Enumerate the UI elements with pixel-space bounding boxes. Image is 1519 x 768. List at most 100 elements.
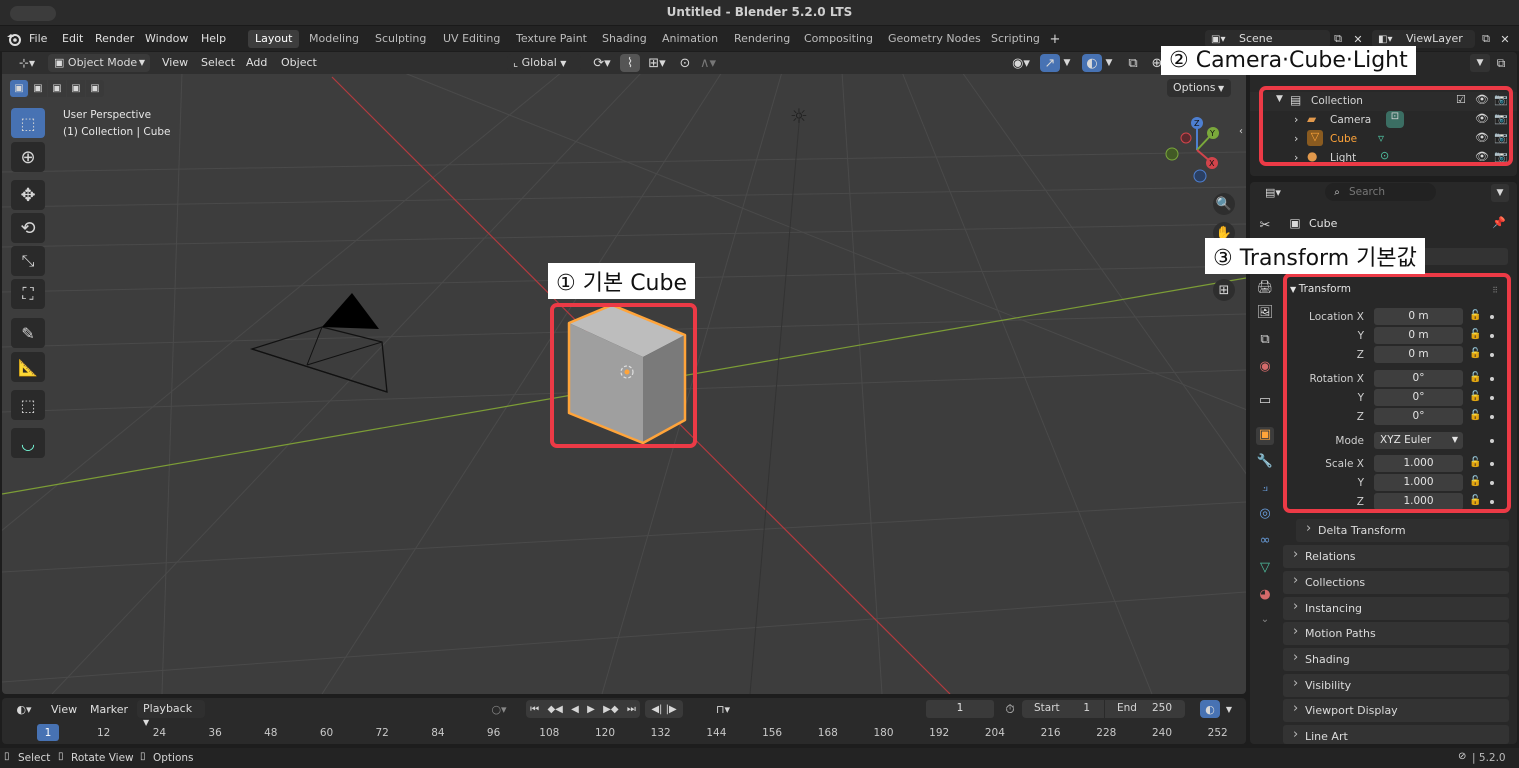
xray-toggle-icon[interactable]: ⧉ — [1124, 54, 1142, 72]
jump-end-icon[interactable]: ⏭ — [627, 704, 636, 715]
close-view-layer-icon[interactable]: ✕ — [1497, 31, 1513, 47]
panel-line-art[interactable]: Line Art — [1283, 725, 1509, 744]
tab-geometry-nodes[interactable]: Geometry Nodes — [881, 30, 988, 48]
tab-texture-paint[interactable]: Texture Paint — [509, 30, 594, 48]
tab-compositing[interactable]: Compositing — [797, 30, 880, 48]
panel-relations[interactable]: Relations — [1283, 545, 1509, 568]
start-frame-field[interactable]: Start 1 — [1022, 700, 1104, 718]
jump-start-icon[interactable]: ⏮ — [530, 704, 539, 715]
end-frame-field[interactable]: End 250 — [1105, 700, 1185, 718]
tool-bezier[interactable]: ◡ — [11, 428, 45, 458]
material-tab-icon[interactable]: ◕ — [1256, 587, 1274, 605]
camera-object[interactable] — [247, 287, 407, 407]
more-tabs-icon[interactable]: ⌄ — [1256, 614, 1274, 632]
menu-file[interactable]: File — [29, 32, 47, 45]
tool-move[interactable]: ✥ — [11, 180, 45, 210]
tool-add-cube[interactable]: ⬚ — [11, 390, 45, 420]
sync-icon[interactable]: ⊓▾ — [705, 700, 741, 718]
navigation-gizmo[interactable]: Z Y X — [1160, 114, 1240, 194]
prev-keyframe-icon[interactable]: ◆◀ — [547, 704, 562, 715]
visibility-selector-icon[interactable]: ◉▾ — [1004, 54, 1038, 72]
tool-scale[interactable]: ⤡ — [11, 246, 45, 276]
sidebar-toggle-icon[interactable]: ‹ — [1236, 122, 1246, 140]
new-collection-icon[interactable]: ⧉ — [1492, 54, 1510, 72]
panel-visibility[interactable]: Visibility — [1283, 674, 1509, 697]
current-frame-field[interactable]: 1 — [926, 700, 994, 718]
chevron-down-icon[interactable]: ▼ — [1222, 700, 1236, 718]
select-subtract-icon[interactable]: ▣ — [48, 80, 66, 97]
close-scene-icon[interactable]: ✕ — [1350, 31, 1366, 47]
properties-editor-icon[interactable]: ▤▾ — [1258, 184, 1288, 200]
render-tab-icon[interactable]: 🖨 — [1256, 280, 1274, 298]
pin-icon[interactable]: 📌 — [1491, 214, 1507, 230]
scene-tab-icon[interactable]: ◉ — [1256, 359, 1274, 377]
select-extend-icon[interactable]: ▣ — [29, 80, 47, 97]
new-view-layer-icon[interactable]: ⧉ — [1478, 31, 1494, 47]
physics-tab-icon[interactable]: ◎ — [1256, 506, 1274, 524]
tab-scripting[interactable]: Scripting — [984, 30, 1047, 48]
gizmo-toggle-icon[interactable]: ↗ — [1040, 54, 1060, 72]
toggle-perspective-icon[interactable]: ⊞ — [1213, 279, 1235, 301]
tab-rendering[interactable]: Rendering — [727, 30, 797, 48]
auto-keying-icon[interactable]: ○▾ — [483, 701, 515, 717]
pivot-point-icon[interactable]: ⟳▾ — [587, 54, 617, 72]
options-dropdown-icon[interactable]: ▼ — [1491, 184, 1509, 202]
tab-animation[interactable]: Animation — [655, 30, 725, 48]
tab-modeling[interactable]: Modeling — [302, 30, 366, 48]
panel-delta-transform[interactable]: Delta Transform — [1296, 519, 1509, 542]
menu-help[interactable]: Help — [201, 32, 226, 45]
timeline-menu-view[interactable]: View — [51, 703, 77, 716]
tab-sculpting[interactable]: Sculpting — [368, 30, 433, 48]
marker-jump-icon[interactable]: ◀| |▶ — [645, 700, 683, 718]
tool-annotate[interactable]: ✎ — [11, 318, 45, 348]
output-tab-icon[interactable]: 🖼 — [1256, 305, 1274, 323]
panel-instancing[interactable]: Instancing — [1283, 597, 1509, 620]
mode-selector[interactable]: ▣ Object Mode ▼ — [48, 54, 150, 72]
panel-shading[interactable]: Shading — [1283, 648, 1509, 671]
modifiers-tab-icon[interactable]: 🔧 — [1256, 454, 1274, 472]
tab-shading[interactable]: Shading — [595, 30, 654, 48]
tool-measure[interactable]: 📐 — [11, 352, 45, 382]
panel-collections[interactable]: Collections — [1283, 571, 1509, 594]
object-name[interactable]: Cube — [1309, 217, 1337, 230]
tool-cursor[interactable]: ⊕ — [11, 142, 45, 172]
stopwatch-icon[interactable]: ⏱ — [1000, 700, 1020, 718]
snap-target-icon[interactable]: ⊞▾ — [642, 54, 672, 72]
play-reverse-icon[interactable]: ◀ — [571, 704, 579, 715]
next-keyframe-icon[interactable]: ▶◆ — [603, 704, 618, 715]
tab-layout[interactable]: Layout — [248, 30, 300, 48]
viewport-menu-object[interactable]: Object — [281, 56, 317, 69]
editor-type-icon[interactable]: ⊹▾ — [12, 54, 42, 72]
falloff-icon[interactable]: ∧▾ — [696, 54, 720, 72]
tool-tab-icon[interactable]: ✂ — [1256, 218, 1274, 236]
timeline-editor-icon[interactable]: ◐▾ — [10, 701, 38, 717]
viewport-menu-add[interactable]: Add — [246, 56, 267, 69]
viewport-menu-select[interactable]: Select — [201, 56, 235, 69]
tab-uv-editing[interactable]: UV Editing — [436, 30, 507, 48]
timeline-menu-marker[interactable]: Marker — [90, 703, 128, 716]
tool-transform[interactable]: ⛶ — [11, 279, 45, 309]
world-tab-icon[interactable]: ▭ — [1256, 393, 1274, 411]
add-workspace-icon[interactable]: + — [1047, 31, 1063, 47]
constraints-tab-icon[interactable]: ∞ — [1256, 533, 1274, 551]
panel-motion-paths[interactable]: Motion Paths — [1283, 622, 1509, 645]
tool-rotate[interactable]: ⟲ — [11, 213, 45, 243]
menu-window[interactable]: Window — [145, 32, 188, 45]
filter-dropdown-icon[interactable]: ▼ — [1470, 54, 1490, 72]
menu-render[interactable]: Render — [95, 32, 134, 45]
overlay-toggle-icon[interactable]: ◐ — [1082, 54, 1102, 72]
select-invert-icon[interactable]: ▣ — [67, 80, 85, 97]
new-scene-icon[interactable]: ⧉ — [1330, 31, 1346, 47]
select-intersect-icon[interactable]: ▣ — [86, 80, 104, 97]
timeline-view-toggle-icon[interactable]: ◐ — [1200, 700, 1220, 718]
tool-select-box[interactable]: ⬚ — [11, 108, 45, 138]
zoom-icon[interactable]: 🔍 — [1213, 193, 1235, 215]
gizmo-dropdown-icon[interactable]: ▼ — [1060, 54, 1074, 72]
overlay-dropdown-icon[interactable]: ▼ — [1102, 54, 1116, 72]
viewport-options-button[interactable]: Options ▼ — [1167, 79, 1231, 97]
menu-edit[interactable]: Edit — [62, 32, 83, 45]
snap-icon[interactable]: ⌇ — [620, 54, 640, 72]
data-tab-icon[interactable]: ▽ — [1256, 560, 1274, 578]
panel-viewport-display[interactable]: Viewport Display — [1283, 699, 1509, 722]
viewport-menu-view[interactable]: View — [162, 56, 188, 69]
